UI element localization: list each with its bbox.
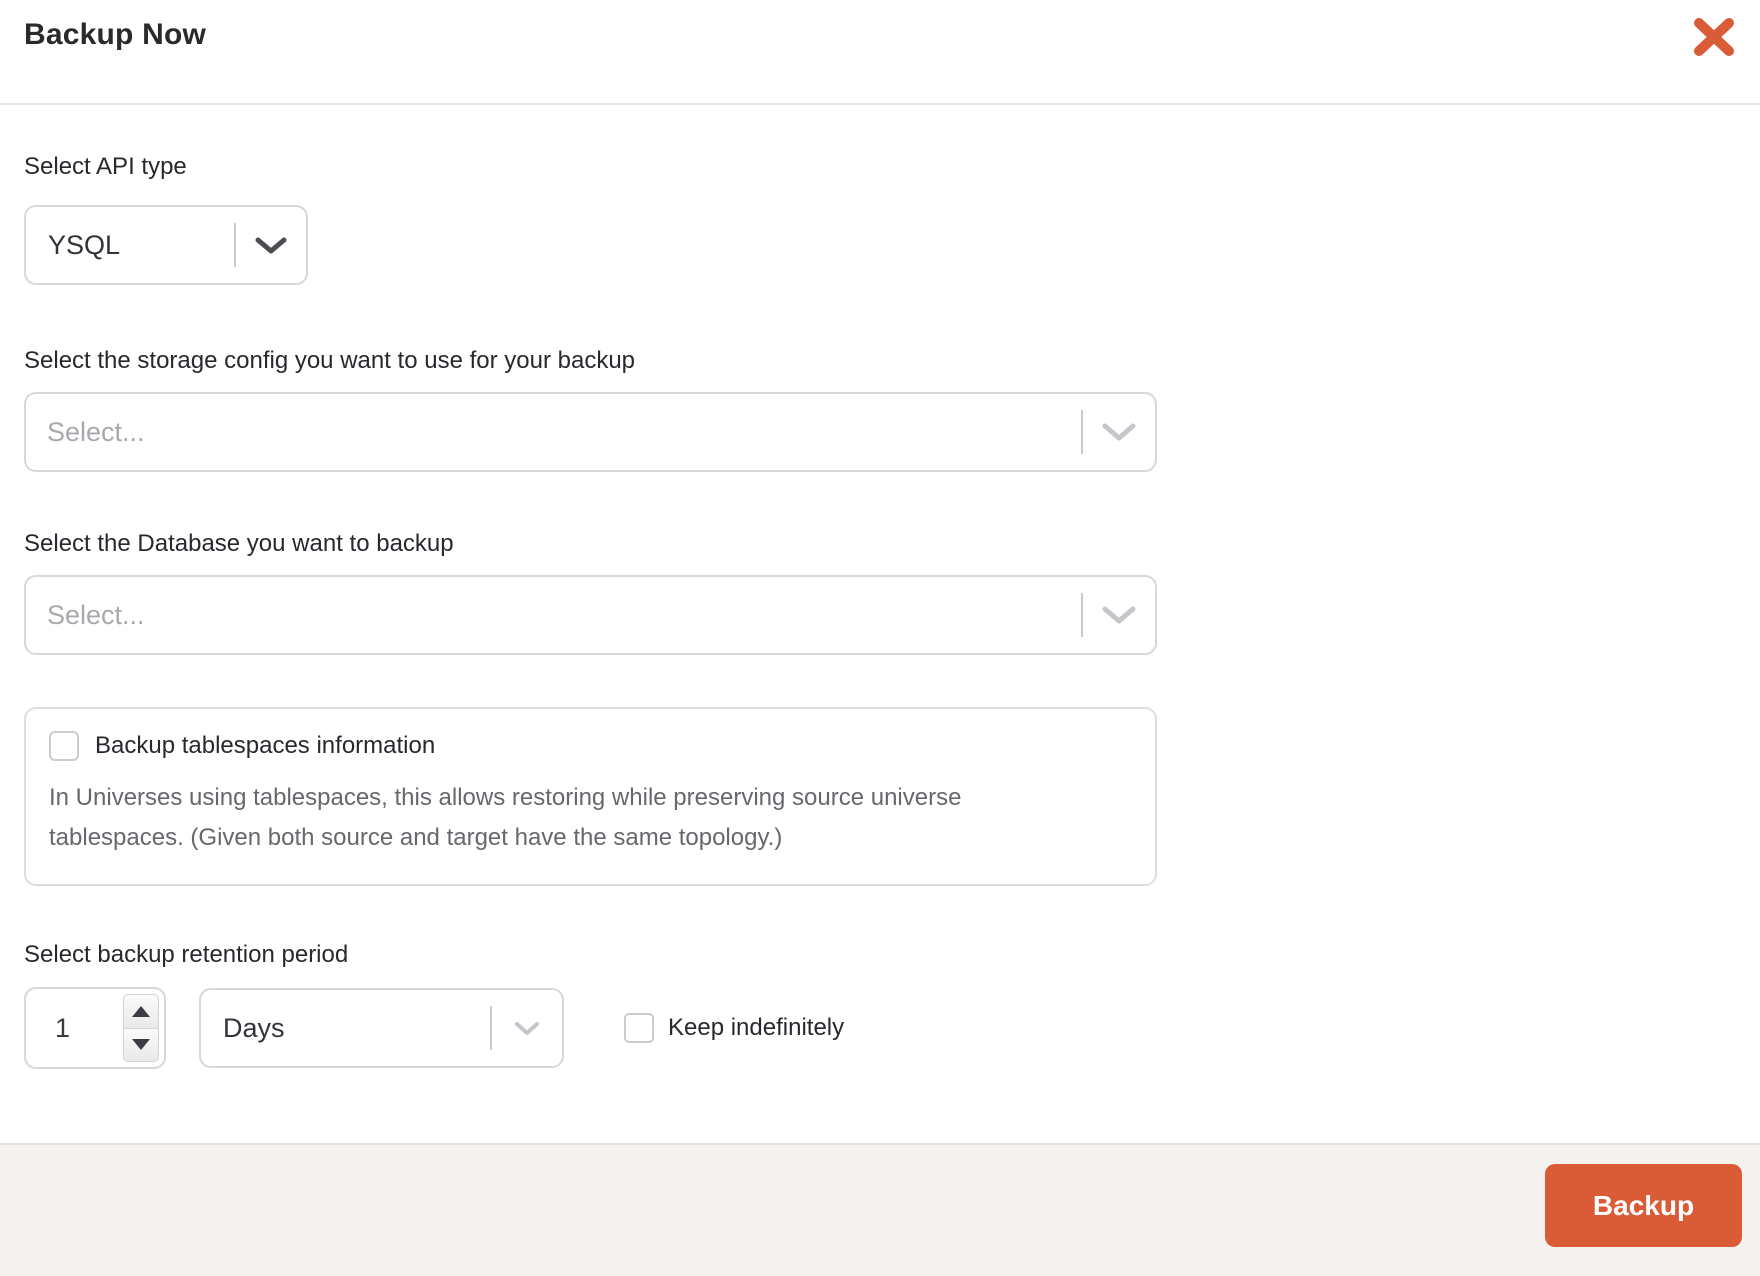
chevron-down-icon [492, 1021, 562, 1036]
arrow-down-icon [132, 1039, 150, 1051]
storage-config-select[interactable]: Select... [24, 392, 1157, 472]
number-spinner [123, 994, 159, 1062]
retention-label: Select backup retention period [24, 941, 349, 968]
chevron-down-icon [1083, 423, 1155, 441]
database-placeholder: Select... [47, 599, 145, 630]
storage-config-label: Select the storage config you want to us… [24, 347, 636, 374]
tablespaces-checkbox-label: Backup tablespaces information [95, 732, 436, 759]
modal-body: Select API type YSQL Select the storage … [0, 151, 1760, 1069]
tablespaces-checkbox-row: Backup tablespaces information [49, 731, 1131, 761]
keep-indefinitely-label: Keep indefinitely [668, 1014, 845, 1041]
tablespaces-description: In Universes using tablespaces, this all… [49, 784, 962, 851]
modal-title: Backup Now [24, 18, 207, 51]
chevron-down-icon [236, 237, 306, 254]
tablespaces-checkbox[interactable] [49, 731, 79, 761]
arrow-up-icon [132, 1005, 150, 1017]
close-button[interactable] [1690, 15, 1738, 59]
spinner-up-button[interactable] [124, 995, 158, 1028]
tablespaces-panel: Backup tablespaces information In Univer… [24, 707, 1157, 886]
storage-config-placeholder: Select... [47, 416, 145, 447]
close-icon [1694, 18, 1734, 56]
database-select[interactable]: Select... [24, 575, 1157, 655]
chevron-down-icon [1083, 606, 1155, 624]
backup-now-modal: Backup Now Select API type YSQL Select t… [0, 0, 1760, 1276]
keep-indefinitely-checkbox[interactable] [624, 1013, 654, 1043]
database-label: Select the Database you want to backup [24, 530, 454, 557]
spinner-down-button[interactable] [124, 1027, 158, 1061]
api-type-select[interactable]: YSQL [24, 205, 308, 285]
keep-indefinitely-row: Keep indefinitely [624, 1013, 844, 1043]
retention-value-input[interactable]: 1 [24, 987, 166, 1069]
api-type-label: Select API type [24, 153, 187, 180]
backup-button[interactable]: Backup [1545, 1164, 1742, 1247]
retention-row: 1 Days Keep indefinitely [24, 987, 1736, 1069]
retention-unit-value: Days [223, 1012, 285, 1043]
modal-header: Backup Now [0, 0, 1760, 105]
modal-footer: Backup [0, 1143, 1760, 1276]
api-type-value: YSQL [48, 229, 121, 260]
retention-unit-select[interactable]: Days [199, 988, 564, 1068]
